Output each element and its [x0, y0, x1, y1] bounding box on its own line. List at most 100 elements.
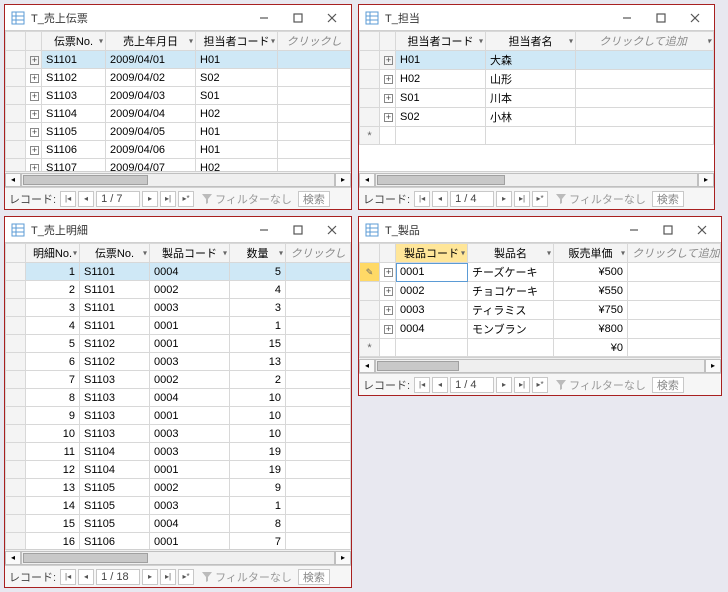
expand-row-button[interactable]: +	[26, 141, 42, 159]
maximize-button[interactable]	[651, 219, 685, 241]
cell[interactable]: S1103	[80, 389, 150, 407]
scroll-left-button[interactable]: ◂	[359, 359, 375, 373]
titlebar[interactable]: T_担当	[359, 5, 714, 31]
cell[interactable]: S02	[396, 108, 486, 127]
cell[interactable]: S1103	[80, 371, 150, 389]
cell[interactable]	[278, 51, 351, 69]
cell[interactable]: S1102	[80, 353, 150, 371]
cell[interactable]: 10	[230, 407, 286, 425]
table-row[interactable]: 3S110100033	[6, 299, 351, 317]
horizontal-scrollbar[interactable]: ◂ ▸	[5, 549, 351, 565]
cell[interactable]: 0001	[150, 335, 230, 353]
cell[interactable]	[286, 371, 351, 389]
cell[interactable]: 8	[230, 515, 286, 533]
cell-editing[interactable]: 0001	[396, 263, 468, 282]
cell[interactable]: 9	[230, 479, 286, 497]
filter-indicator[interactable]: フィルターなし	[556, 191, 646, 207]
cell[interactable]: 0001	[150, 533, 230, 550]
cell[interactable]: 19	[230, 461, 286, 479]
horizontal-scrollbar[interactable]: ◂ ▸	[359, 357, 721, 373]
row-selector[interactable]	[6, 123, 26, 141]
data-grid[interactable]: 担当者コード▾ 担当者名▾ クリックして追加 ▾ +H01大森+H02山形+S0…	[359, 31, 714, 171]
expand-row-button[interactable]: +	[380, 89, 396, 108]
cell[interactable]: 1	[230, 497, 286, 515]
col-header[interactable]: 数量▾	[230, 244, 286, 263]
scroll-track[interactable]	[21, 173, 335, 187]
record-position-input[interactable]: 1 / 4	[450, 377, 494, 393]
cell[interactable]: 15	[26, 515, 80, 533]
close-button[interactable]	[678, 7, 712, 29]
cell[interactable]	[286, 299, 351, 317]
cell[interactable]	[576, 70, 714, 89]
chevron-down-icon[interactable]: ▾	[479, 37, 483, 46]
cell[interactable]: 0003	[150, 497, 230, 515]
cell[interactable]: 0004	[150, 263, 230, 281]
expand-row-button[interactable]: +	[380, 301, 396, 320]
chevron-down-icon[interactable]: ▾	[707, 37, 711, 46]
cell[interactable]	[286, 407, 351, 425]
chevron-down-icon[interactable]: ▾	[547, 249, 551, 258]
cell[interactable]	[286, 425, 351, 443]
expand-row-button[interactable]: +	[26, 123, 42, 141]
nav-new-button[interactable]: ▸*	[178, 191, 194, 207]
row-selector[interactable]	[6, 159, 26, 172]
chevron-down-icon[interactable]: ▾	[569, 37, 573, 46]
scroll-track[interactable]	[21, 551, 335, 565]
cell[interactable]: 川本	[486, 89, 576, 108]
cell[interactable]	[286, 443, 351, 461]
expand-row-button[interactable]: +	[380, 51, 396, 70]
cell[interactable]: モンブラン	[468, 320, 554, 339]
nav-new-button[interactable]: ▸*	[532, 377, 548, 393]
row-selector[interactable]	[6, 497, 26, 515]
cell[interactable]	[286, 335, 351, 353]
cell[interactable]: S1101	[80, 281, 150, 299]
cell[interactable]	[286, 389, 351, 407]
cell[interactable]: H01	[196, 141, 278, 159]
cell[interactable]: S1101	[80, 317, 150, 335]
cell[interactable]: H02	[196, 159, 278, 172]
add-column-header[interactable]: クリックして追加	[628, 244, 721, 263]
expand-row-button[interactable]: +	[26, 51, 42, 69]
cell[interactable]: 2009/04/01	[106, 51, 196, 69]
cell[interactable]: S1105	[80, 479, 150, 497]
table-row[interactable]: +S11062009/04/06H01	[6, 141, 351, 159]
table-row[interactable]: +0002チョコケーキ¥550	[360, 282, 721, 301]
table-row[interactable]: +S11052009/04/05H01	[6, 123, 351, 141]
row-selector[interactable]	[6, 51, 26, 69]
cell[interactable]: 2009/04/05	[106, 123, 196, 141]
cell[interactable]: S1103	[80, 407, 150, 425]
nav-first-button[interactable]: |◂	[60, 191, 76, 207]
maximize-button[interactable]	[644, 7, 678, 29]
table-row[interactable]: 14S110500031	[6, 497, 351, 515]
cell[interactable]: H02	[396, 70, 486, 89]
table-row[interactable]: 8S1103000410	[6, 389, 351, 407]
cell[interactable]: ¥500	[554, 263, 628, 282]
select-all-header[interactable]	[6, 244, 26, 263]
cell[interactable]	[628, 301, 721, 320]
minimize-button[interactable]	[610, 7, 644, 29]
nav-last-button[interactable]: ▸|	[160, 191, 176, 207]
table-row[interactable]: +0003ティラミス¥750	[360, 301, 721, 320]
scroll-right-button[interactable]: ▸	[335, 551, 351, 565]
cell[interactable]: 13	[26, 479, 80, 497]
cell[interactable]	[628, 282, 721, 301]
nav-new-button[interactable]: ▸*	[178, 569, 194, 585]
cell[interactable]: 5	[26, 335, 80, 353]
cell[interactable]	[286, 479, 351, 497]
table-row[interactable]: +S01川本	[360, 89, 714, 108]
cell[interactable]	[278, 87, 351, 105]
table-row[interactable]: +S11032009/04/03S01	[6, 87, 351, 105]
cell[interactable]	[278, 141, 351, 159]
col-header[interactable]: 伝票No.▾	[42, 32, 106, 51]
cell[interactable]: 0004	[150, 515, 230, 533]
cell[interactable]: S1103	[42, 87, 106, 105]
table-row[interactable]: 2S110100024	[6, 281, 351, 299]
chevron-down-icon[interactable]: ▾	[279, 249, 283, 258]
row-selector[interactable]	[6, 263, 26, 281]
nav-prev-button[interactable]: ◂	[78, 569, 94, 585]
row-selector[interactable]	[6, 425, 26, 443]
row-selector[interactable]	[6, 281, 26, 299]
nav-last-button[interactable]: ▸|	[160, 569, 176, 585]
cell[interactable]: 0002	[150, 371, 230, 389]
cell[interactable]: 19	[230, 443, 286, 461]
